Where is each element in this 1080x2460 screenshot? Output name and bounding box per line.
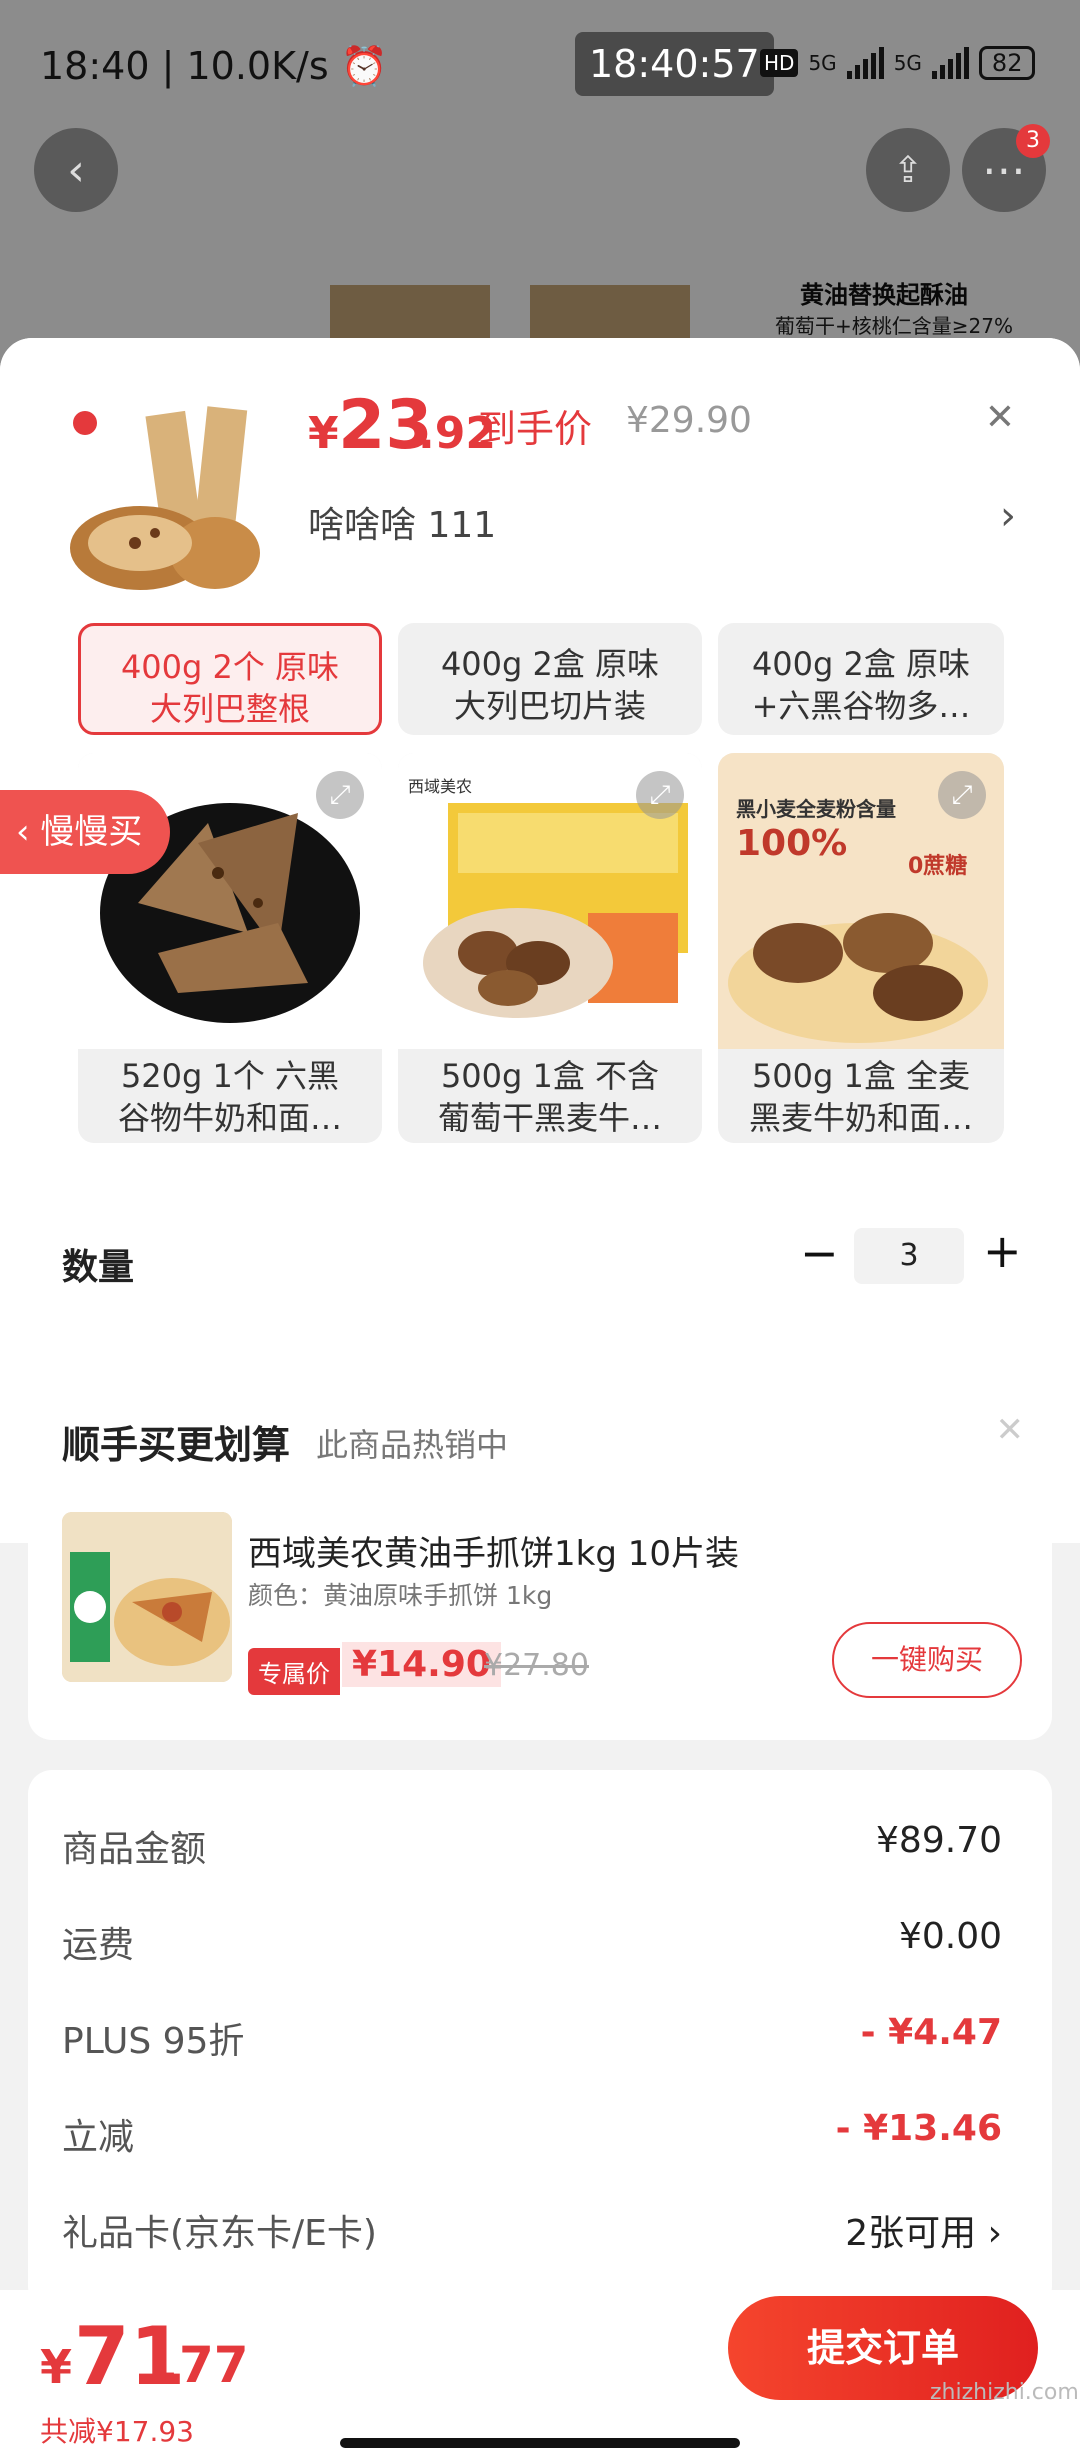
home-indicator[interactable] bbox=[340, 2438, 740, 2448]
brand-logo: 西域美农 bbox=[408, 777, 473, 796]
total-currency: ¥ bbox=[40, 2340, 73, 2394]
more-button[interactable]: ⋯ 3 bbox=[962, 124, 1050, 212]
total-decimal: .77 bbox=[160, 2336, 249, 2394]
expand-icon[interactable]: ⤢ bbox=[316, 771, 364, 819]
quantity-increment-button[interactable]: + bbox=[983, 1224, 1022, 1278]
quantity-decrement-button[interactable]: − bbox=[800, 1226, 839, 1280]
notification-badge: 3 bbox=[1016, 124, 1050, 158]
selected-spec[interactable]: 啥啥啥 111 bbox=[308, 496, 496, 548]
sheet-header: ¥ 23 .92 到手价 ¥29.90 ✕ 啥啥啥 111 › bbox=[0, 338, 1080, 643]
summary-value[interactable]: 2张可用 › bbox=[845, 2204, 1002, 2256]
variant-option-6[interactable]: 黑小麦全麦粉含量 100% 0蔗糖 ⤢ 500g 1盒 全麦 黑麦牛奶和面… bbox=[718, 753, 1004, 1143]
variant-image: 黑小麦全麦粉含量 100% 0蔗糖 ⤢ bbox=[718, 753, 1004, 1049]
upsell-product-name[interactable]: 西域美农黄油手抓饼1kg 10片装 bbox=[248, 1526, 739, 1575]
share-icon: ⇪ bbox=[892, 149, 924, 191]
total-saved: 共减¥17.93 bbox=[40, 2415, 194, 2448]
chevron-right-icon[interactable]: › bbox=[1000, 493, 1016, 539]
signal-icon bbox=[931, 47, 969, 79]
variant-option-3[interactable]: 400g 2盒 原味 +六黑谷物多… bbox=[718, 623, 1004, 735]
close-icon[interactable]: ✕ bbox=[996, 1410, 1025, 1450]
expand-icon[interactable]: ⤢ bbox=[938, 771, 986, 819]
variant-label: 400g 2盒 原味 +六黑谷物多… bbox=[751, 645, 971, 725]
summary-value: ¥89.70 bbox=[876, 1820, 1002, 1861]
summary-label: 商品金额 bbox=[62, 1829, 207, 1870]
network-label: 5G bbox=[893, 51, 922, 75]
slow-buy-label: 慢慢买 bbox=[40, 812, 143, 852]
back-button[interactable]: ‹ bbox=[34, 128, 118, 212]
summary-value: ¥0.00 bbox=[898, 1916, 1002, 1957]
variant-image: ⤢ 西域美农 bbox=[398, 753, 702, 1049]
variant-option-5[interactable]: ⤢ 西域美农 500g 1盒 不含 葡萄干黑麦牛… bbox=[398, 753, 702, 1143]
final-price-label: 到手价 bbox=[478, 407, 593, 451]
share-button[interactable]: ⇪ bbox=[866, 128, 950, 212]
summary-label: PLUS 95折 bbox=[62, 2021, 245, 2062]
upsell-original-price: ¥27.80 bbox=[484, 1648, 589, 1683]
quantity-input[interactable]: 3 bbox=[854, 1228, 964, 1284]
summary-label: 礼品卡(京东卡/E卡) bbox=[62, 2213, 377, 2254]
close-icon[interactable]: ✕ bbox=[975, 393, 1025, 443]
bottom-bar: ¥ 71 .77 共减¥17.93 提交订单 zhizhizhi.com bbox=[0, 2290, 1080, 2460]
price-currency: ¥ bbox=[308, 408, 339, 459]
watermark: zhizhizhi.com bbox=[930, 2380, 1079, 2405]
chevron-left-icon: ‹ bbox=[16, 812, 41, 852]
upsell-price: ¥14.90 bbox=[342, 1642, 501, 1687]
summary-value: - ¥4.47 bbox=[860, 2012, 1002, 2053]
one-click-buy-button[interactable]: 一键购买 bbox=[832, 1622, 1022, 1698]
status-icons: HD 5G 5G 82 bbox=[760, 46, 1036, 80]
battery-icon: 82 bbox=[978, 46, 1036, 80]
summary-label: 立减 bbox=[62, 2117, 135, 2158]
product-thumbnail bbox=[55, 393, 275, 613]
order-summary-card: 商品金额 ¥89.70 运费 ¥0.00 PLUS 95折 - ¥4.47 立减… bbox=[28, 1770, 1052, 2310]
variant-option-1[interactable]: 400g 2个 原味 大列巴整根 bbox=[78, 623, 382, 735]
network-speed: 10.0K/s bbox=[186, 44, 329, 88]
status-left: 18:40 | 10.0K/s ⏰ bbox=[40, 44, 389, 88]
upsell-product-image[interactable] bbox=[62, 1512, 232, 1682]
upsell-subtitle: 此商品热销中 bbox=[316, 1426, 509, 1464]
back-arrow-icon: ‹ bbox=[67, 144, 85, 196]
quantity-label: 数量 bbox=[62, 1247, 135, 1288]
variant-label: 400g 2个 原味 大列巴整根 bbox=[120, 648, 340, 728]
exclusive-price-tag: 专属价 bbox=[248, 1648, 340, 1695]
summary-value: - ¥13.46 bbox=[835, 2108, 1002, 2149]
upsell-title: 顺手买更划算 bbox=[62, 1423, 291, 1467]
network-label: 5G bbox=[808, 51, 837, 75]
signal-icon bbox=[846, 47, 884, 79]
alarm-icon: ⏰ bbox=[340, 44, 389, 88]
original-price: ¥29.90 bbox=[626, 400, 752, 441]
status-bar: 18:40 | 10.0K/s ⏰ 18:40:57 HD 5G 5G 82 bbox=[0, 0, 1080, 130]
upsell-card: 顺手买更划算 此商品热销中 ✕ 西域美农黄油手抓饼1kg 10片装 颜色：黄油原… bbox=[28, 1376, 1052, 1740]
variant-option-2[interactable]: 400g 2盒 原味 大列巴切片装 bbox=[398, 623, 702, 735]
variant-label: 500g 1盒 不含 葡萄干黑麦牛… bbox=[437, 1057, 662, 1137]
slow-buy-tab[interactable]: ‹ 慢慢买 bbox=[0, 790, 170, 874]
expand-icon[interactable]: ⤢ bbox=[636, 771, 684, 819]
status-time: 18:40 bbox=[40, 44, 150, 88]
upsell-product-color: 颜色：黄油原味手抓饼 1kg bbox=[248, 1581, 553, 1610]
summary-label: 运费 bbox=[62, 1925, 135, 1966]
variant-label: 520g 1个 六黑 谷物牛奶和面… bbox=[117, 1057, 342, 1137]
hd-icon: HD bbox=[760, 49, 799, 77]
variant-label: 500g 1盒 全麦 黑麦牛奶和面… bbox=[748, 1057, 973, 1137]
variant-label: 400g 2盒 原味 大列巴切片装 bbox=[440, 645, 660, 725]
clock-overlay: 18:40:57 bbox=[575, 32, 774, 96]
